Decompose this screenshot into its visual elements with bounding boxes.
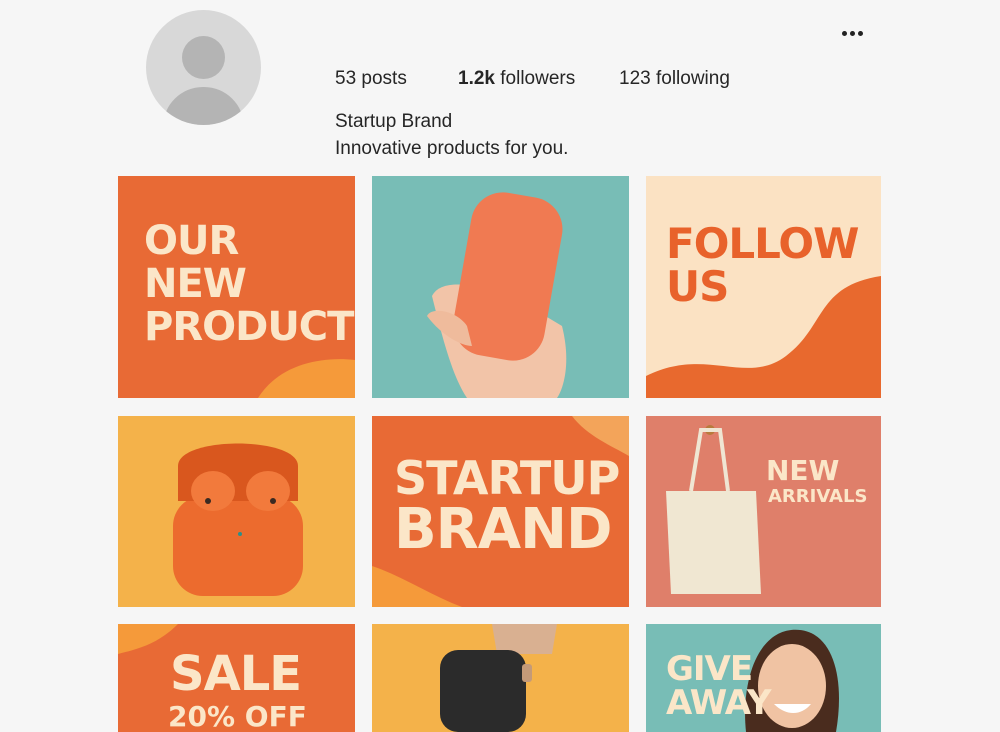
post-sale[interactable]: SALE 20% OFF — [118, 624, 355, 732]
post-headline-line2: ARRIVALS — [768, 486, 868, 507]
profile-avatar[interactable] — [146, 10, 261, 125]
posts-stat[interactable]: 53 posts — [335, 68, 407, 90]
post-headline-line2: BRAND — [394, 497, 612, 562]
post-follow-us[interactable]: FOLLOW US — [646, 176, 881, 398]
post-headline: GIVE AWAY — [666, 649, 771, 723]
dot — [849, 30, 855, 36]
post-headline-line1: NEW — [766, 454, 840, 487]
earbuds-case-image — [173, 443, 303, 596]
post-giveaway[interactable]: GIVE AWAY — [646, 624, 881, 732]
profile-bio: Innovative products for you. — [335, 138, 569, 159]
post-startup-brand[interactable]: STARTUP BRAND — [372, 416, 629, 607]
avatar-head — [182, 36, 225, 79]
smartwatch-image — [440, 624, 557, 732]
post-smartwatch[interactable] — [372, 624, 629, 732]
more-options-icon[interactable] — [836, 22, 868, 44]
followers-stat[interactable]: 1.2k followers — [458, 68, 575, 90]
post-our-new-product[interactable]: OUR NEW PRODUCT — [118, 176, 355, 398]
followers-label: followers — [500, 68, 576, 89]
following-stat[interactable]: 123 following — [619, 68, 730, 90]
following-label: following — [655, 68, 730, 89]
dot — [841, 30, 847, 36]
following-count: 123 — [619, 68, 651, 89]
tote-bag-image — [666, 425, 761, 594]
post-headline-line1: SALE — [170, 646, 302, 702]
dot — [857, 30, 863, 36]
post-headline: OUR NEW PRODUCT — [144, 218, 354, 350]
post-headline: FOLLOW US — [666, 219, 859, 311]
post-new-arrivals[interactable]: NEW ARRIVALS — [646, 416, 881, 607]
posts-label: posts — [361, 68, 407, 89]
profile-name: Startup Brand — [335, 111, 453, 132]
post-earbuds[interactable] — [118, 416, 355, 607]
avatar-body — [163, 87, 244, 125]
post-headline-line2: 20% OFF — [168, 700, 307, 732]
followers-count: 1.2k — [458, 68, 495, 89]
hand-holding-device-image — [427, 192, 567, 398]
post-power-bank[interactable] — [372, 176, 629, 398]
posts-count: 53 — [335, 68, 357, 89]
